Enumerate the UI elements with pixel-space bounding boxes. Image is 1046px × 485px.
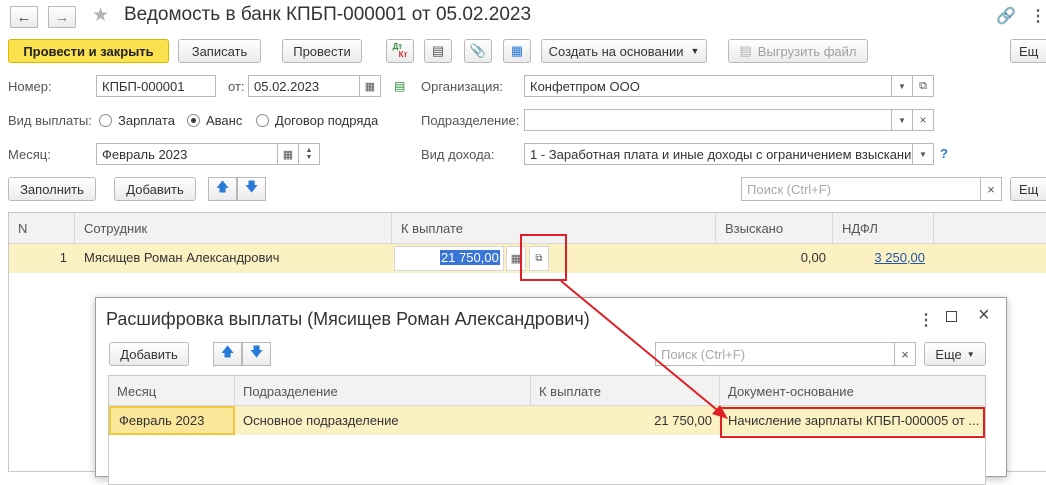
annotation-arrow — [560, 280, 728, 419]
annotation-arrow-line — [560, 280, 723, 415]
